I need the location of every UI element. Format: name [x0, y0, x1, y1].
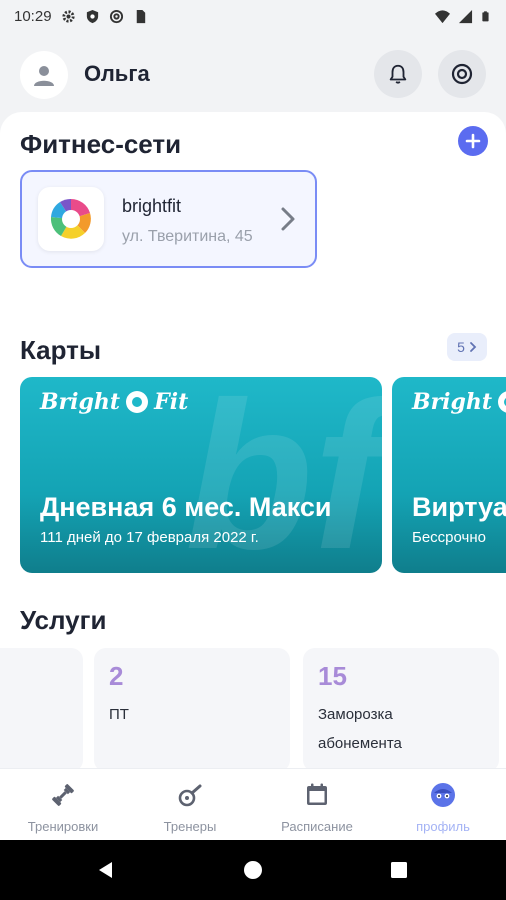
membership-cards-carousel[interactable]: bf Bright Fit Дневная 6 мес. Макси 111 д… [0, 377, 506, 573]
services-section-title: Услуги [20, 605, 107, 635]
nav-label: профиль [416, 819, 470, 834]
profile-header: Ольга [0, 33, 506, 118]
brand-splash-icon [498, 391, 506, 413]
card-title: Виртуа [412, 492, 506, 522]
club-address: ул. Тверитина, 45 [122, 228, 253, 245]
brand-splash-icon [126, 391, 149, 413]
main-content: Фитнес-сети brightfit ул. Тверитина, 45 … [0, 112, 506, 772]
back-triangle-icon[interactable] [96, 860, 116, 880]
chevron-right-icon [281, 207, 295, 231]
profile-face-icon [431, 783, 455, 807]
plus-icon [465, 133, 481, 149]
settings-ring-icon [451, 63, 473, 85]
card-brand: Bright [412, 389, 506, 415]
card-brand-word2: Fit [154, 389, 189, 415]
cards-count: 5 [457, 339, 465, 355]
service-label: Заморозка абонемента [318, 706, 402, 752]
user-name: Ольга [84, 61, 150, 86]
service-label: ПТ [109, 706, 129, 723]
dumbbell-icon [52, 784, 74, 806]
bottom-navigation: Тренировки Тренеры Расписание профиль [0, 768, 506, 841]
card-brand-word1: Bright [40, 389, 121, 415]
cards-section-title: Карты [20, 335, 102, 365]
service-count: 15 [318, 661, 347, 691]
system-navigation-bar [0, 840, 506, 900]
sim-card-icon [136, 9, 145, 24]
cards-count-badge[interactable]: 5 [447, 333, 487, 361]
battery-icon [482, 11, 489, 22]
service-card[interactable]: 15 Заморозка абонемента [303, 648, 499, 772]
nav-item-trainers[interactable]: Тренеры [127, 769, 253, 841]
add-club-button[interactable] [458, 126, 488, 156]
calendar-icon [307, 783, 327, 805]
club-card[interactable]: brightfit ул. Тверитина, 45 [20, 170, 317, 268]
service-card-partial[interactable] [0, 648, 83, 772]
card-subtitle: Бессрочно [412, 529, 486, 546]
card-brand: Bright Fit [40, 389, 188, 415]
service-count: 2 [109, 661, 124, 691]
avatar[interactable] [20, 51, 68, 99]
club-logo [38, 187, 104, 251]
nav-item-profile[interactable]: профиль [380, 769, 506, 841]
card-title: Дневная 6 мес. Макси [40, 492, 332, 522]
wifi-icon [435, 10, 450, 24]
membership-card[interactable]: Bright Виртуа Бессрочно [392, 377, 506, 573]
fitness-section-title: Фитнес-сети [20, 129, 182, 159]
user-icon [34, 66, 54, 86]
whistle-icon [178, 784, 202, 807]
home-circle-icon[interactable] [243, 860, 263, 880]
nav-label: Расписание [281, 819, 353, 834]
service-card[interactable]: 2 ПТ [94, 648, 290, 772]
at-sign-icon [109, 9, 123, 24]
shield-icon [86, 9, 98, 24]
signal-icon [458, 9, 473, 24]
notifications-button[interactable] [374, 50, 422, 98]
nav-label: Тренировки [27, 819, 99, 834]
settings-button[interactable] [438, 50, 486, 98]
chevron-right-small-icon [469, 342, 477, 352]
card-subtitle: 111 дней до 17 февраля 2022 г. [40, 529, 259, 546]
recents-square-icon[interactable] [390, 861, 408, 879]
status-time: 10:29 [14, 8, 52, 25]
brightfit-logo-icon [50, 198, 91, 239]
settings-gear-icon [61, 10, 75, 23]
card-brand-word1: Bright [412, 389, 493, 415]
club-name: brightfit [122, 196, 182, 216]
membership-card[interactable]: bf Bright Fit Дневная 6 мес. Макси 111 д… [20, 377, 382, 573]
nav-item-trainings[interactable]: Тренировки [0, 769, 126, 841]
bell-icon [389, 64, 407, 84]
nav-label: Тренеры [163, 819, 217, 834]
status-bar: 10:29 [0, 0, 506, 33]
nav-item-schedule[interactable]: Расписание [254, 769, 380, 841]
